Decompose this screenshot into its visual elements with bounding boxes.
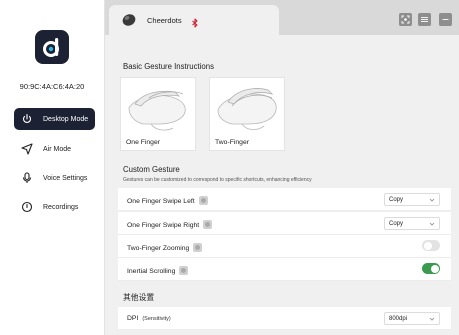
- recordings-icon: [21, 201, 33, 213]
- row-label: Inertial Scrolling: [127, 268, 176, 275]
- nav-voice-settings-label: Voice Settings: [43, 174, 88, 182]
- shortcut-select[interactable]: Copy: [384, 193, 440, 206]
- nav-air-mode[interactable]: Air Mode: [14, 138, 95, 160]
- help-icon[interactable]: [198, 196, 208, 205]
- gesture-card-two-finger: Two-Finger: [209, 77, 285, 151]
- shortcut-select[interactable]: Copy: [384, 217, 440, 230]
- device-name: Cheerdots: [147, 16, 182, 25]
- chevron-down-icon: [429, 222, 435, 226]
- hand-two-finger-icon: [217, 88, 277, 130]
- row-label: Two-Finger Zooming: [127, 245, 190, 252]
- app-logo: [35, 30, 69, 64]
- bluetooth-icon: [191, 15, 199, 33]
- app-logo-icon: [43, 38, 59, 57]
- toggle-knob: [423, 241, 432, 250]
- chevron-down-icon: [429, 198, 435, 202]
- minimize-button[interactable]: [439, 13, 452, 26]
- custom-gesture-subtitle: Gestures can be customized to correspond…: [123, 177, 312, 183]
- two-finger-zooming-toggle[interactable]: [422, 240, 440, 251]
- nav-air-mode-label: Air Mode: [43, 145, 72, 153]
- dpi-select[interactable]: 800dpi: [384, 312, 440, 325]
- nav-voice-settings[interactable]: Voice Settings: [14, 167, 95, 189]
- gesture-card-one-finger: One Finger: [120, 77, 196, 151]
- row-label: One Finger Swipe Right: [127, 222, 200, 229]
- menu-icon: [421, 17, 428, 22]
- mac-address: 90:9C:4A:C6:4A:20: [19, 82, 85, 91]
- dpi-value: 800dpi: [389, 316, 408, 322]
- scan-icon: [401, 15, 410, 24]
- nav-recordings-label: Recordings: [43, 203, 79, 211]
- dpi-sublabel: (Sensitivity): [142, 316, 171, 322]
- microphone-icon: [21, 172, 33, 184]
- power-icon: [21, 113, 33, 125]
- basic-gesture-title: Basic Gesture Instructions: [123, 62, 215, 71]
- row-inertial-scrolling: Inertial Scrolling: [118, 258, 451, 281]
- chevron-down-icon: [429, 317, 435, 321]
- help-icon[interactable]: [203, 220, 213, 229]
- inertial-scrolling-toggle[interactable]: [422, 263, 440, 274]
- hand-one-finger-icon: [128, 90, 186, 131]
- minimize-icon: [442, 19, 449, 20]
- main-panel: Cheerdots Basic Gesture Instructions One…: [104, 0, 459, 335]
- help-icon[interactable]: [193, 243, 203, 252]
- device-tab[interactable]: Cheerdots: [109, 5, 279, 35]
- select-value: Copy: [389, 221, 404, 227]
- dpi-label: DPI: [127, 315, 139, 322]
- row-label: One Finger Swipe Left: [127, 198, 195, 205]
- title-bar: Cheerdots: [105, 0, 459, 35]
- other-settings-title: 其他设置: [123, 293, 155, 302]
- sidebar: 90:9C:4A:C6:4A:20 Desktop Mode Air Mode …: [0, 0, 104, 335]
- toggle-knob: [430, 264, 439, 273]
- paper-plane-icon: [21, 143, 33, 155]
- nav-desktop-mode[interactable]: Desktop Mode: [14, 108, 95, 130]
- nav-recordings[interactable]: Recordings: [14, 196, 95, 218]
- menu-button[interactable]: [418, 13, 431, 26]
- row-one-finger-swipe-right: One Finger Swipe Right Copy: [118, 212, 451, 235]
- custom-gesture-title: Custom Gesture: [123, 165, 180, 174]
- gesture-card-one-finger-label: One Finger: [126, 139, 161, 146]
- row-dpi: DPI (Sensitivity) 800dpi: [118, 307, 451, 330]
- row-one-finger-swipe-left: One Finger Swipe Left Copy: [118, 188, 451, 211]
- select-value: Copy: [389, 197, 404, 203]
- scan-button[interactable]: [399, 13, 412, 26]
- mouse-icon: [121, 12, 137, 33]
- help-icon[interactable]: [179, 266, 189, 275]
- nav-desktop-mode-label: Desktop Mode: [43, 115, 89, 123]
- gesture-card-two-finger-label: Two-Finger: [215, 139, 249, 146]
- row-two-finger-zooming: Two-Finger Zooming: [118, 235, 451, 258]
